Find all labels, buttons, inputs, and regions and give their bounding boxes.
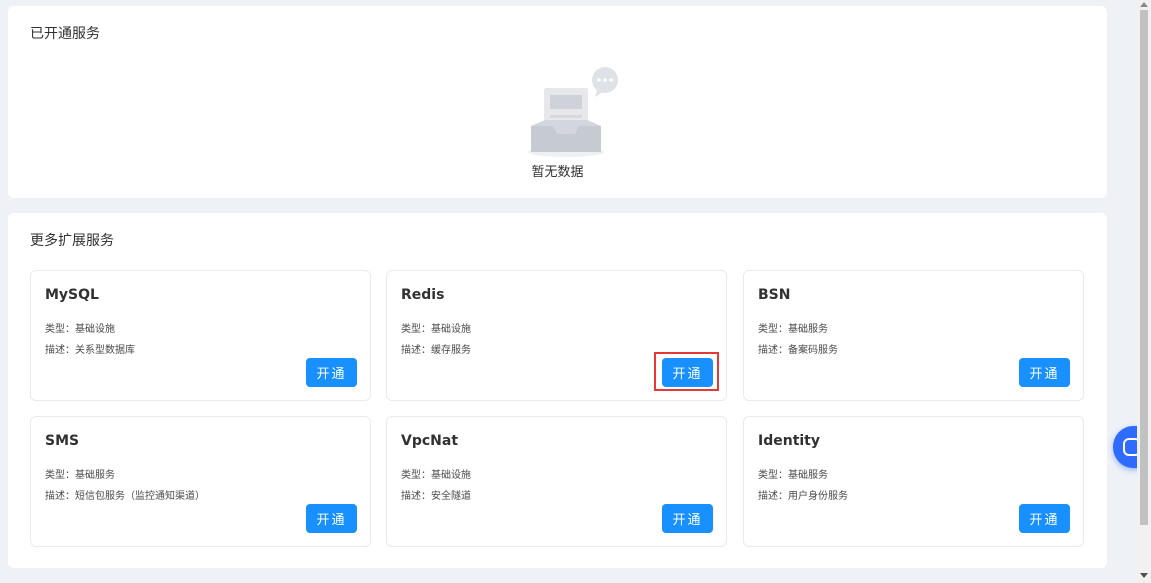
service-card-sms: SMS 类型：基础服务 描述：短信包服务（监控通知渠道） 开通 bbox=[30, 416, 371, 547]
service-desc: 描述：用户身份服务 bbox=[758, 491, 848, 502]
service-card-bsn: BSN 类型：基础服务 描述：备案码服务 开通 bbox=[743, 270, 1084, 401]
open-vpcnat-button[interactable]: 开通 bbox=[662, 504, 713, 533]
vertical-scrollbar[interactable] bbox=[1137, 0, 1151, 583]
service-type: 类型：基础服务 bbox=[758, 324, 828, 335]
empty-inbox-icon bbox=[528, 67, 618, 157]
service-desc: 描述：关系型数据库 bbox=[45, 345, 135, 356]
service-type: 类型：基础设施 bbox=[401, 470, 471, 481]
open-mysql-button[interactable]: 开通 bbox=[306, 358, 357, 387]
active-services-panel: 已开通服务 暂无数据 bbox=[8, 6, 1107, 198]
service-card-mysql: MySQL 类型：基础设施 描述：关系型数据库 开通 bbox=[30, 270, 371, 401]
open-redis-wrapper: 开通 bbox=[654, 352, 719, 391]
scroll-up-arrow-icon[interactable] bbox=[1140, 2, 1148, 7]
service-name: BSN bbox=[758, 287, 791, 303]
scroll-thumb[interactable] bbox=[1140, 10, 1148, 525]
open-identity-button[interactable]: 开通 bbox=[1019, 504, 1070, 533]
service-type: 类型：基础设施 bbox=[401, 324, 471, 335]
service-name: SMS bbox=[45, 433, 80, 449]
open-sms-button[interactable]: 开通 bbox=[306, 504, 357, 533]
service-desc: 描述：安全隧道 bbox=[401, 491, 471, 502]
empty-text: 暂无数据 bbox=[531, 165, 584, 180]
service-type: 类型：基础设施 bbox=[45, 324, 115, 335]
more-services-title: 更多扩展服务 bbox=[30, 233, 114, 249]
service-type: 类型：基础服务 bbox=[758, 470, 828, 481]
service-name: Identity bbox=[758, 433, 821, 449]
service-name: Redis bbox=[401, 287, 445, 303]
service-desc: 描述：备案码服务 bbox=[758, 345, 838, 356]
scroll-down-arrow-icon[interactable] bbox=[1140, 573, 1148, 578]
service-type: 类型：基础服务 bbox=[45, 470, 115, 481]
more-services-panel: 更多扩展服务 MySQL 类型：基础设施 描述：关系型数据库 开通 Redis … bbox=[8, 213, 1107, 568]
service-card-redis: Redis 类型：基础设施 描述：缓存服务 开通 bbox=[386, 270, 727, 401]
active-services-title: 已开通服务 bbox=[30, 26, 100, 42]
service-card-identity: Identity 类型：基础服务 描述：用户身份服务 开通 bbox=[743, 416, 1084, 547]
service-name: VpcNat bbox=[401, 433, 459, 449]
open-bsn-button[interactable]: 开通 bbox=[1019, 358, 1070, 387]
service-name: MySQL bbox=[45, 287, 99, 303]
service-desc: 描述：短信包服务（监控通知渠道） bbox=[45, 491, 205, 502]
service-card-vpcnat: VpcNat 类型：基础设施 描述：安全隧道 开通 bbox=[386, 416, 727, 547]
service-desc: 描述：缓存服务 bbox=[401, 345, 471, 356]
open-redis-button[interactable]: 开通 bbox=[662, 358, 713, 387]
